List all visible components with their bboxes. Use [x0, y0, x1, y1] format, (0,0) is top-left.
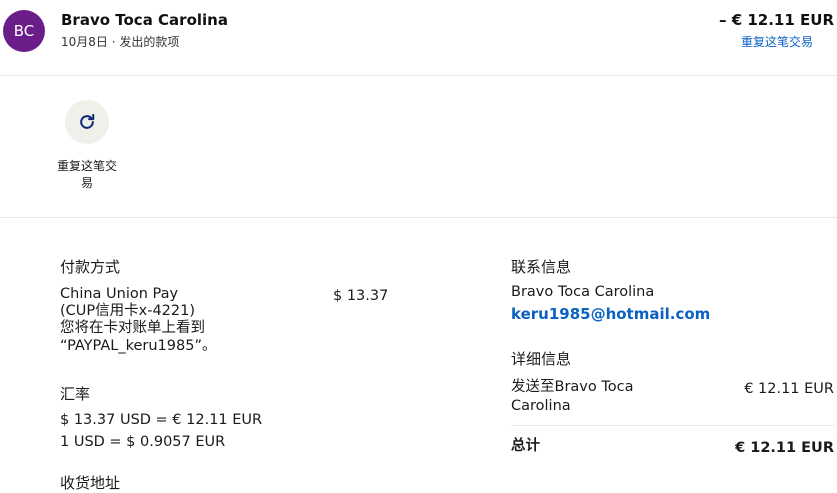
exchange-rate-line2: 1 USD = $ 0.9057 EUR: [60, 434, 226, 450]
avatar-initials: BC: [13, 22, 35, 40]
actions-bar: 重复这笔交易: [0, 76, 837, 218]
recipient-name: Bravo Toca Carolina: [61, 11, 228, 29]
contact-email-link[interactable]: keru1985@hotmail.com: [511, 305, 710, 323]
transaction-amount: – € 12.11 EUR: [718, 11, 834, 29]
transaction-subline: 10月8日 · 发出的款项: [61, 33, 179, 50]
transaction-date: 10月8日: [61, 35, 108, 49]
payment-amount: $ 13.37: [333, 288, 389, 304]
subline-separator: ·: [107, 35, 120, 49]
repeat-action-circle[interactable]: [65, 100, 109, 144]
exchange-rate-title: 汇率: [60, 385, 91, 403]
shipping-address-title: 收货地址: [60, 474, 121, 492]
transaction-type: 发出的款项: [119, 35, 180, 49]
total-amount: € 12.11 EUR: [735, 440, 834, 456]
payment-method-title: 付款方式: [60, 258, 121, 276]
total-label: 总计: [511, 438, 540, 454]
sent-to-line2: Carolina: [511, 398, 571, 414]
payment-method-line4: “PAYPAL_keru1985”。: [60, 338, 217, 354]
exchange-rate-line1: $ 13.37 USD = € 12.11 EUR: [60, 412, 263, 428]
transaction-header: BC Bravo Toca Carolina 10月8日 · 发出的款项 – €…: [0, 0, 837, 76]
refresh-icon: [80, 113, 95, 129]
sent-amount: € 12.11 EUR: [744, 381, 834, 397]
avatar: BC: [3, 10, 45, 52]
details-divider: [511, 425, 834, 426]
sent-to-line1: 发送至Bravo Toca: [511, 379, 634, 395]
payment-method-line3: 您将在卡对账单上看到: [60, 320, 205, 336]
payment-method-line2: (CUP信用卡x-4221): [60, 303, 196, 319]
repeat-transaction-link[interactable]: 重复这笔交易: [741, 33, 813, 50]
repeat-transaction-button[interactable]: 重复这笔交易: [52, 100, 122, 192]
payment-method-line1: China Union Pay: [60, 286, 179, 302]
repeat-action-label: 重复这笔交易: [56, 159, 117, 190]
details-title: 详细信息: [511, 350, 572, 368]
contact-info-title: 联系信息: [511, 258, 572, 276]
contact-name: Bravo Toca Carolina: [511, 284, 655, 300]
